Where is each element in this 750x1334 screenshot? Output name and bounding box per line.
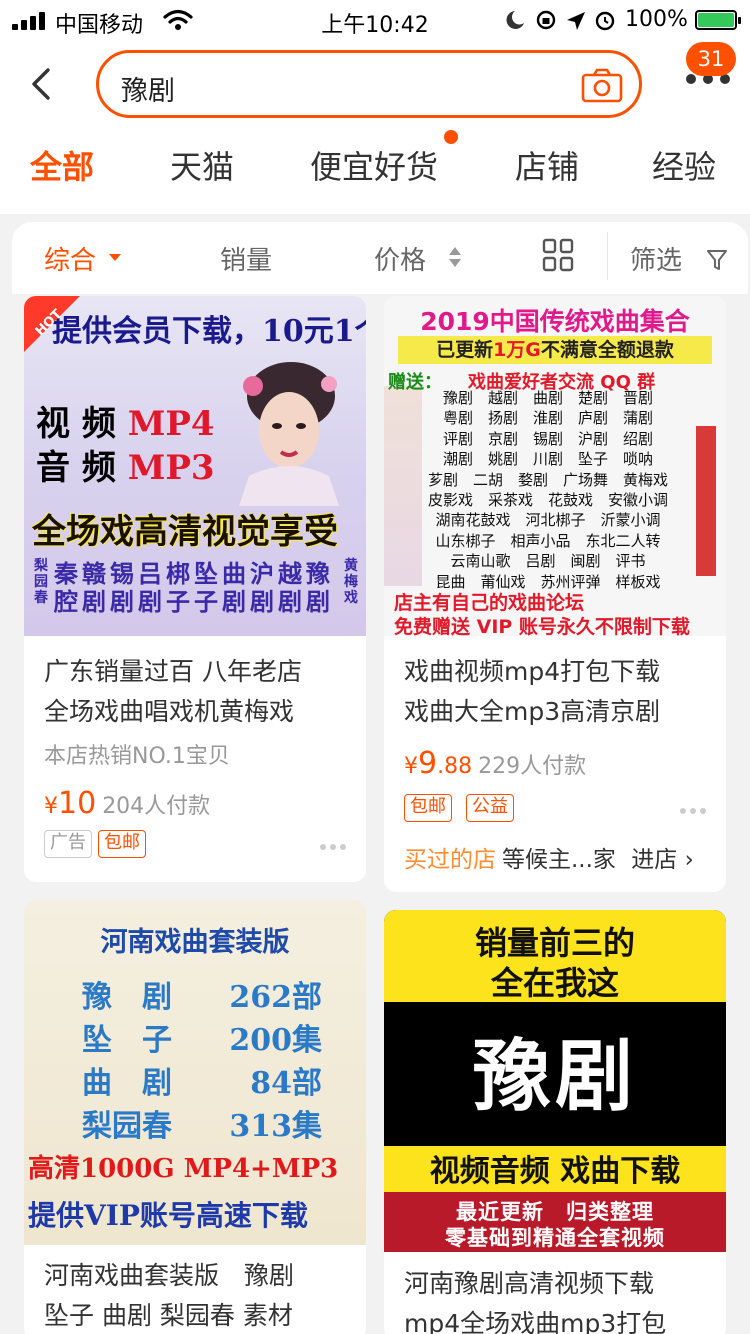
product-price: ¥10 204人付款 [44,786,211,821]
alarm-icon [595,11,615,31]
tab-shops[interactable]: 店铺 [515,142,579,188]
genre-label: 吕剧 [138,559,162,616]
free-shipping-tag: 包邮 [404,794,452,822]
poster-bottom: 最近更新 归类整理 零基础到精通全套视频 [384,1192,726,1252]
sort-sales[interactable]: 销量 [220,240,272,277]
chevron-right-icon: › [684,847,694,873]
back-icon[interactable] [28,66,56,102]
poster-updated: 已更新1万G不满意全额退款 [398,336,712,364]
bought-label: 买过的店 [404,847,496,873]
charity-tag: 公益 [466,794,514,822]
genre-label: 坠子 [194,559,218,616]
poster-top: 销量前三的 全在我这 [384,910,726,1002]
sort-price[interactable]: 价格 [374,240,426,277]
product-title[interactable]: 戏曲视频mp4打包下载 戏曲大全mp3高清京剧 [404,652,660,732]
new-dot-badge [444,130,458,144]
product-subtitle: 本店热销NO.1宝贝 [44,744,230,769]
genre-label: 赣剧 [82,559,106,616]
tab-all[interactable]: 全部 [30,142,94,188]
product-image[interactable]: 销量前三的 全在我这 豫剧 视频音频 戏曲下载 最近更新 归类整理 零基础到精通… [384,910,726,1252]
sort-comprehensive[interactable]: 综合 [44,240,96,277]
location-icon [567,12,585,30]
sort-arrows-icon [449,247,461,267]
divider [607,232,608,280]
enter-shop-link[interactable]: 进店 [631,847,677,873]
search-query: 豫剧 [121,76,175,107]
battery-percent: 100% [625,7,688,32]
poster-audio: 音 频 MP3 [36,448,215,488]
poster-highlight: 全场戏高清视觉享受 [32,512,338,552]
moon-icon [506,11,524,29]
status-icons [506,10,615,31]
product-image[interactable]: 提供会员下载，10元1个戏种 视 频 MP4 音 频 MP3 全场戏高清视觉享受… [24,296,366,636]
product-card[interactable]: 销量前三的 全在我这 豫剧 视频音频 戏曲下载 最近更新 归类整理 零基础到精通… [384,910,726,1334]
more-icon[interactable] [320,844,348,852]
genre-label: 沪剧 [250,559,274,616]
shop-row[interactable]: 买过的店 等候主...家 进店 › [404,840,694,874]
poster-heading: 2019中国传统戏曲集合 [420,307,690,336]
hot-badge: HOT [24,296,80,352]
tab-cheap-goods[interactable]: 便宜好货 [310,142,438,188]
shop-name: 等候主...家 [502,847,616,873]
poster-hd: 高清1000G MP4+MP3 [28,1154,339,1184]
genre-label: 越剧 [278,559,302,616]
poster-genres: 梨园春 秦腔 赣剧 锡剧 吕剧 梆子 坠子 曲剧 沪剧 越剧 豫剧 评剧 黄梅戏 [32,558,362,634]
sort-filter[interactable]: 筛选 [630,240,682,277]
poster-side-left: 梨园春 [34,558,48,606]
poster-mid: 视频音频 戏曲下载 [384,1146,726,1198]
product-card[interactable]: 2019中国传统戏曲集合 已更新1万G不满意全额退款 赠送： 戏曲爱好者交流 Q… [384,296,726,892]
poster-side-right: 黄梅戏 [344,558,358,606]
genre-label: 锡剧 [110,559,134,616]
genre-label: 梆子 [166,559,190,616]
poster-vip: 提供VIP账号高速下载 [28,1199,308,1232]
poster-big-title: 豫剧 [472,1032,637,1122]
message-badge: 31 [686,42,736,76]
grid-view-icon[interactable] [542,238,574,272]
product-title[interactable]: 河南豫剧高清视频下载 mp4全场戏曲mp3打包 [404,1264,666,1334]
battery-icon [695,10,741,30]
genre-label: 秦腔 [54,559,78,616]
search-input[interactable]: 豫剧 [96,50,642,118]
tab-experience[interactable]: 经验 [652,142,716,188]
product-image[interactable]: 河南戏曲套装版 豫 剧 262部 坠 子 200集 曲 剧 84部 梨园春 313集 高… [24,900,366,1245]
category-tabs: 全部 天猫 便宜好货 店铺 经验 [0,130,750,214]
ad-tag: 广告 [44,830,92,858]
poster-genre-list: 豫剧 越剧 曲剧 楚剧 晋剧 粤剧 扬剧 淮剧 庐剧 蒲剧 评剧 京剧 锡剧 沪… [427,389,668,591]
poster-footer: 免费赠送 VIP 账号永久不限制下载 [394,616,690,636]
product-title[interactable]: 河南戏曲套装版 豫剧 坠子 曲剧 梨园春 素材 [44,1256,294,1334]
product-title[interactable]: 广东销量过百 八年老店 全场戏曲唱戏机黄梅戏 [44,652,302,732]
product-price: ¥9.88 229人付款 [404,746,587,781]
more-icon[interactable] [680,808,708,816]
sales-count: 204人付款 [102,794,211,819]
tab-tmall[interactable]: 天猫 [170,142,234,188]
status-bar: 中国移动 上午10:42 100% [0,0,750,40]
search-header: 豫剧 31 [0,40,750,130]
product-card[interactable]: 提供会员下载，10元1个戏种 视 频 MP4 音 频 MP3 全场戏高清视觉享受… [24,296,366,882]
poster-video: 视 频 MP4 [36,404,215,444]
sort-bar: 综合 销量 价格 筛选 [12,222,748,294]
poster-title: 河南戏曲套装版 [100,927,290,958]
genre-label: 豫剧 [306,559,330,616]
product-card[interactable]: 河南戏曲套装版 豫 剧 262部 坠 子 200集 曲 剧 84部 梨园春 313集 高… [24,900,366,1334]
rotation-lock-icon [536,10,556,30]
camera-icon[interactable] [581,67,623,103]
opera-performer-illustration [239,362,339,506]
sales-count: 229人付款 [478,754,587,779]
poster-footer: 店主有自己的戏曲论坛 [394,592,585,614]
product-image[interactable]: 2019中国传统戏曲集合 已更新1万G不满意全额退款 赠送： 戏曲爱好者交流 Q… [384,296,726,636]
filter-icon[interactable] [706,248,728,272]
poster-line: 提供会员下载，10元1个戏种 [52,314,366,349]
free-shipping-tag: 包邮 [98,830,146,858]
caret-down-icon [109,254,121,261]
decorative-bar [696,426,716,576]
genre-label: 曲剧 [222,559,246,616]
